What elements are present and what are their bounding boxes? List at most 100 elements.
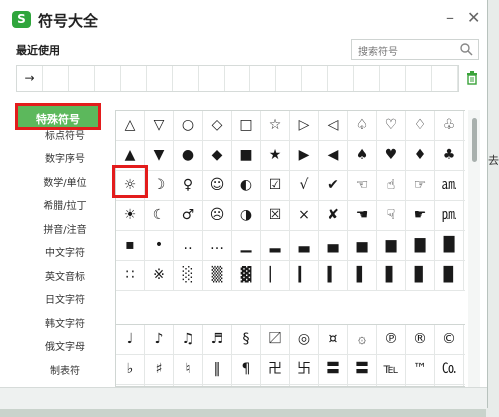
sidebar-item[interactable]: 数字序号 — [11, 148, 105, 172]
symbol-cell[interactable]: ♢ — [406, 111, 435, 140]
symbol-cell[interactable]: ◀ — [319, 141, 348, 170]
symbol-cell[interactable]: ☀ — [116, 201, 145, 230]
symbol-cell[interactable]: ‥ — [174, 231, 203, 260]
symbol-cell[interactable]: ㏘ — [435, 201, 464, 230]
symbol-cell[interactable]: ▌ — [348, 261, 377, 290]
recent-symbol-cell[interactable] — [250, 66, 277, 91]
symbol-cell[interactable]: ◇ — [203, 111, 232, 140]
symbol-cell[interactable]: ▽ — [145, 111, 174, 140]
symbol-cell[interactable]: ☛ — [406, 201, 435, 230]
close-icon[interactable]: ✕ — [467, 8, 480, 27]
symbol-cell[interactable]: ▁ — [232, 231, 261, 260]
recent-symbol-cell[interactable] — [406, 66, 432, 91]
symbol-cell[interactable]: █ — [435, 231, 464, 260]
recent-symbol-cell[interactable] — [380, 66, 407, 91]
symbol-cell[interactable]: ¶ — [232, 355, 261, 384]
symbol-cell[interactable]: ▼ — [145, 141, 174, 170]
symbol-cell[interactable]: ‖ — [203, 355, 232, 384]
sidebar-item[interactable]: 拼音/注音 — [11, 219, 105, 243]
symbol-cell[interactable]: ▉ — [435, 261, 464, 290]
symbol-cell[interactable]: ▆ — [377, 231, 406, 260]
minimize-icon[interactable]: – — [446, 8, 454, 27]
recent-symbol-cell[interactable] — [147, 66, 173, 91]
recent-symbol-cell[interactable] — [432, 66, 458, 91]
recent-symbol-cell[interactable] — [199, 66, 225, 91]
symbol-cell[interactable]: … — [203, 231, 232, 260]
symbol-cell[interactable]: □ — [232, 111, 261, 140]
sidebar-item[interactable]: 日文字符 — [11, 289, 105, 313]
symbol-cell[interactable]: ☽ — [145, 171, 174, 200]
symbol-cell[interactable]: ♪ — [145, 325, 174, 354]
symbol-cell[interactable]: ☺ — [203, 171, 232, 200]
symbol-cell[interactable]: ℡ — [377, 355, 406, 384]
search-box[interactable] — [351, 39, 479, 62]
recent-symbol-cell[interactable] — [302, 66, 329, 91]
symbol-cell[interactable]: ◑ — [232, 201, 261, 230]
sidebar-item[interactable]: 俄文字母 — [11, 336, 105, 360]
symbol-cell[interactable]: ♩ — [116, 325, 145, 354]
recent-symbol-cell[interactable] — [43, 66, 69, 91]
search-icon[interactable] — [459, 42, 473, 56]
symbol-cell[interactable]: ☒ — [261, 201, 290, 230]
symbol-cell[interactable]: ♧ — [435, 111, 464, 140]
symbol-cell[interactable]: ▎ — [290, 261, 319, 290]
symbol-cell[interactable]: ░ — [174, 261, 203, 290]
symbol-cell[interactable]: ▶ — [290, 141, 319, 170]
search-input[interactable] — [352, 43, 458, 62]
recent-symbol-cell[interactable] — [69, 66, 95, 91]
recent-symbol-cell[interactable] — [328, 66, 355, 91]
symbol-cell[interactable]: ▒ — [203, 261, 232, 290]
symbol-cell[interactable]: ▋ — [377, 261, 406, 290]
symbol-cell[interactable]: ◐ — [232, 171, 261, 200]
scrollbar-thumb[interactable] — [472, 118, 477, 162]
symbol-cell[interactable]: ™ — [406, 355, 435, 384]
symbol-cell[interactable]: ۞ — [348, 325, 377, 354]
recent-symbol-cell[interactable] — [95, 66, 121, 91]
symbol-cell[interactable]: ▊ — [406, 261, 435, 290]
symbol-cell[interactable]: ▂ — [261, 231, 290, 260]
symbol-cell[interactable]: ○ — [174, 111, 203, 140]
sidebar-item[interactable]: 制表符 — [11, 360, 105, 384]
symbol-cell[interactable]: 〓 — [348, 355, 377, 384]
symbol-cell[interactable]: ♦ — [406, 141, 435, 170]
symbol-cell[interactable]: ¤ — [319, 325, 348, 354]
symbol-cell[interactable]: ♀ — [174, 171, 203, 200]
symbol-cell[interactable]: × — [290, 201, 319, 230]
symbol-cell[interactable]: ♫ — [174, 325, 203, 354]
symbol-cell[interactable]: ※ — [145, 261, 174, 290]
symbol-cell[interactable]: ☹ — [203, 201, 232, 230]
symbol-cell[interactable]: 〼 — [261, 325, 290, 354]
symbol-cell[interactable]: ◁ — [319, 111, 348, 140]
symbol-cell[interactable]: • — [145, 231, 174, 260]
trash-icon[interactable] — [466, 71, 478, 85]
symbol-cell[interactable]: ▏ — [261, 261, 290, 290]
symbol-cell[interactable]: ✘ — [319, 201, 348, 230]
symbol-cell[interactable]: ▷ — [290, 111, 319, 140]
recent-symbol-cell[interactable]: → — [17, 66, 43, 91]
symbol-cell[interactable]: ✔ — [319, 171, 348, 200]
symbol-cell[interactable]: § — [232, 325, 261, 354]
symbol-cell[interactable]: ◎ — [290, 325, 319, 354]
symbol-cell[interactable]: ☞ — [406, 171, 435, 200]
recent-symbol-cell[interactable] — [354, 66, 381, 91]
symbol-cell[interactable]: ♮ — [174, 355, 203, 384]
symbol-cell[interactable]: ♥ — [377, 141, 406, 170]
symbol-cell[interactable]: △ — [116, 111, 145, 140]
symbol-cell[interactable]: ♬ — [203, 325, 232, 354]
symbol-cell[interactable]: ▇ — [406, 231, 435, 260]
symbol-cell[interactable]: ㏇ — [435, 355, 464, 384]
sidebar-item[interactable]: 数学/单位 — [11, 172, 105, 196]
symbol-cell[interactable]: 卐 — [290, 355, 319, 384]
symbol-cell[interactable]: √ — [290, 171, 319, 200]
symbol-cell[interactable]: ♣ — [435, 141, 464, 170]
symbol-cell[interactable]: ☑ — [261, 171, 290, 200]
symbol-cell[interactable]: ♤ — [348, 111, 377, 140]
symbol-cell[interactable]: ® — [406, 325, 435, 354]
symbol-cell[interactable]: ☝ — [377, 171, 406, 200]
symbol-cell[interactable]: ∷ — [116, 261, 145, 290]
symbol-cell[interactable]: ☟ — [377, 201, 406, 230]
recent-symbol-cell[interactable] — [276, 66, 303, 91]
sidebar-item-special-symbols[interactable]: 特殊符号 — [15, 103, 101, 130]
symbol-cell[interactable]: ♠ — [348, 141, 377, 170]
symbol-cell[interactable]: 〓 — [319, 355, 348, 384]
